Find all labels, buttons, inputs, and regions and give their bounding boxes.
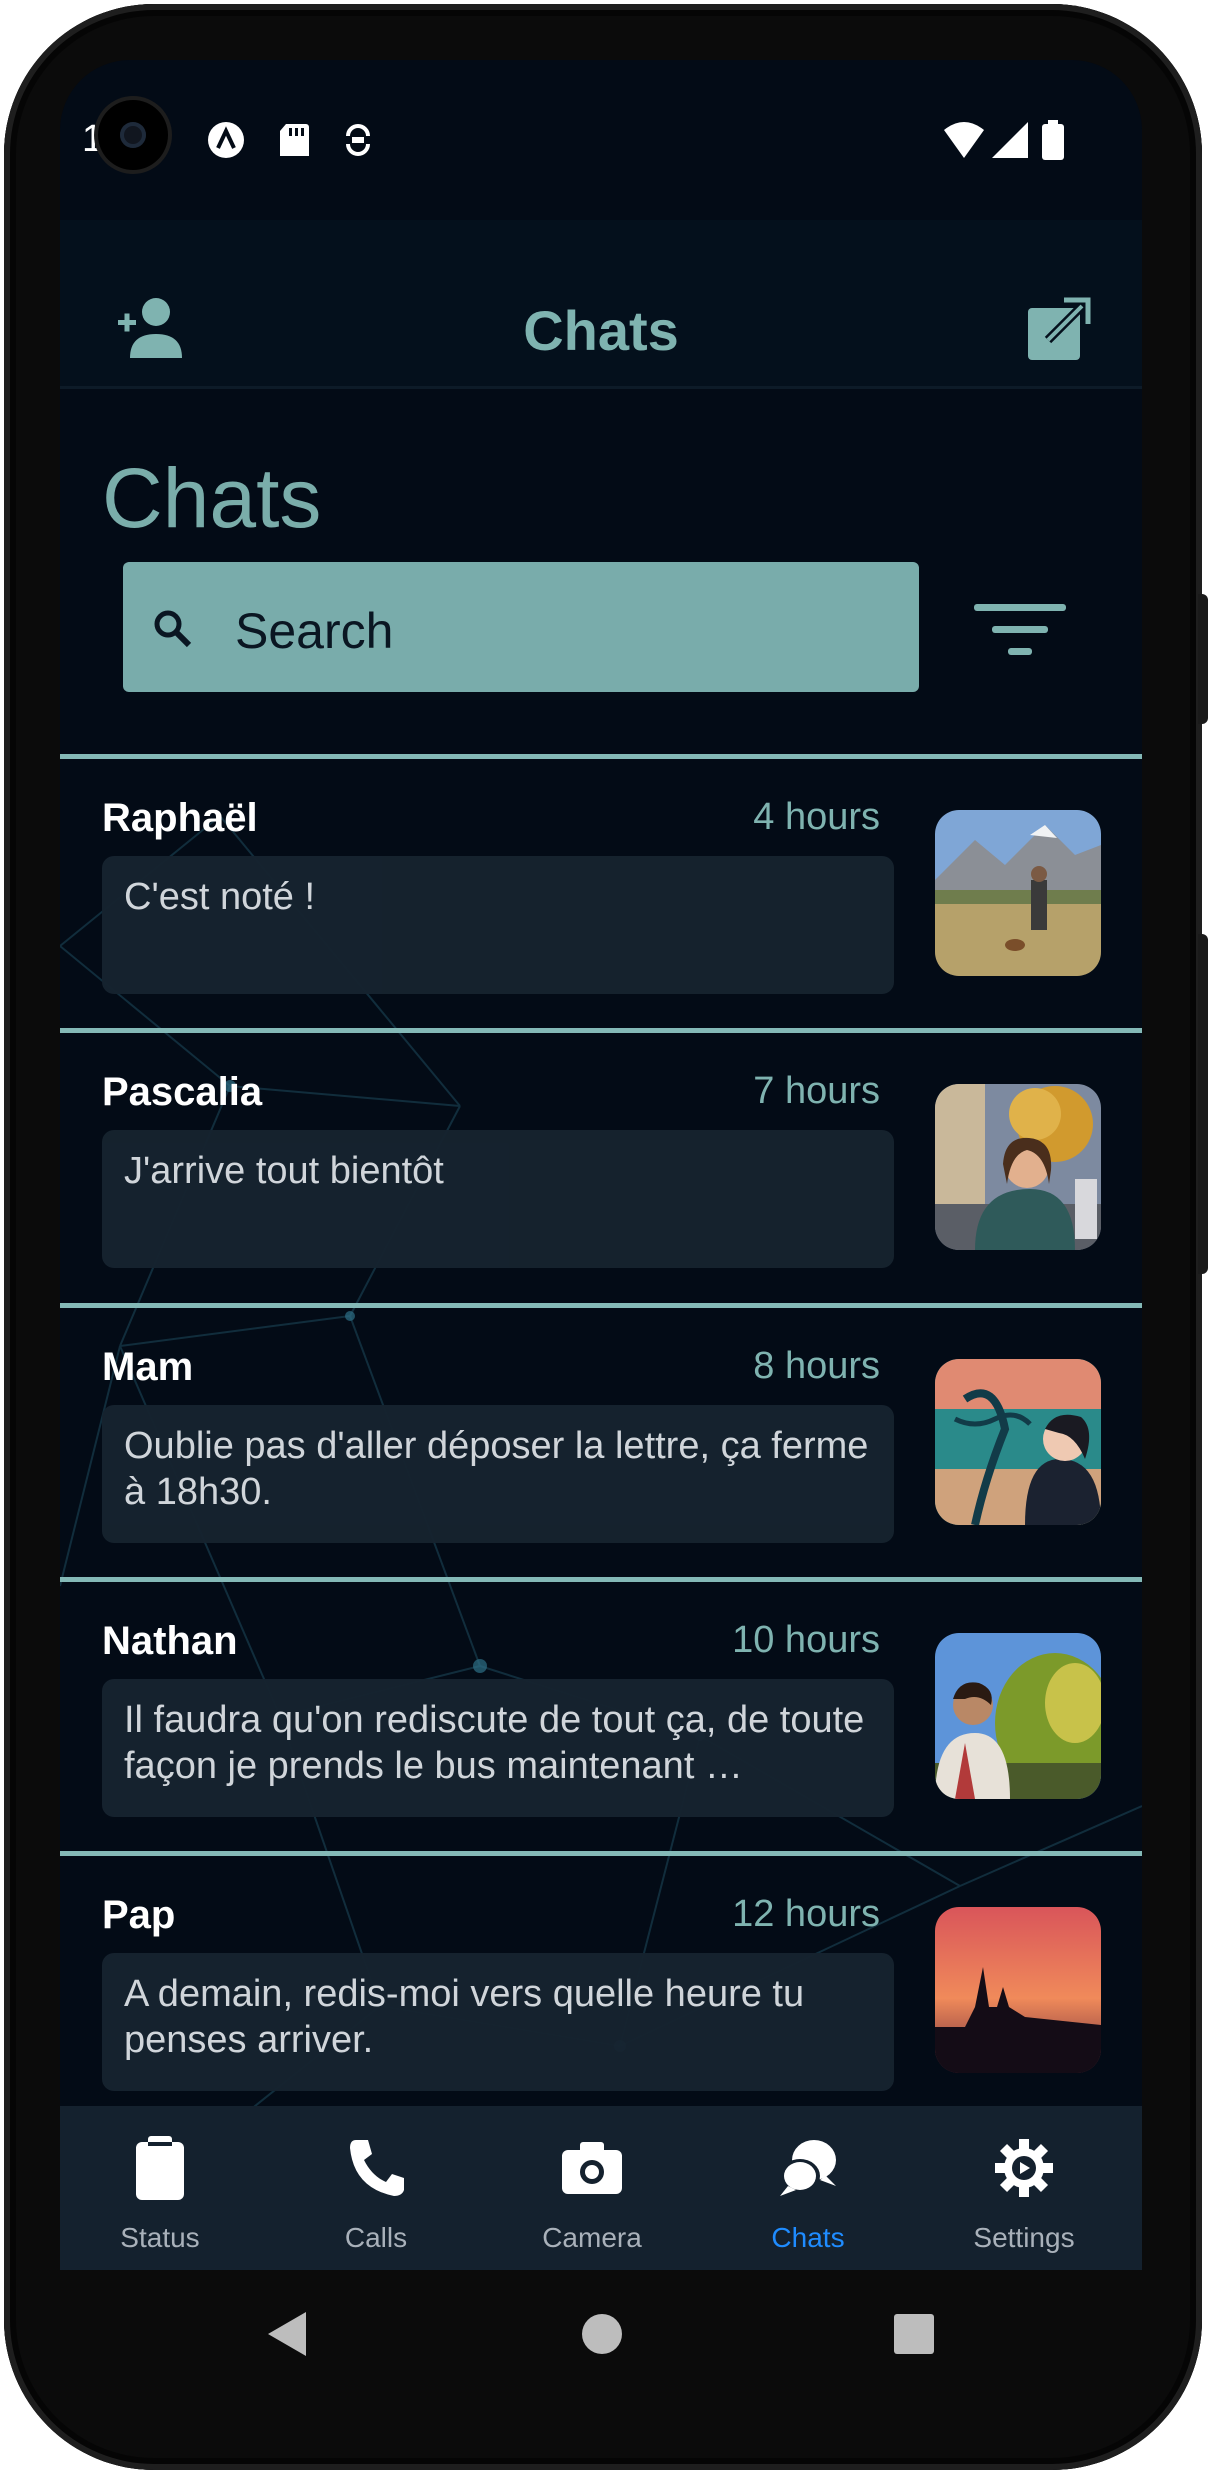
row-divider bbox=[60, 1577, 1142, 1582]
chat-time: 10 hours bbox=[732, 1619, 880, 1661]
chat-row[interactable]: Raphaël 4 hours C'est noté ! bbox=[60, 754, 1142, 1026]
chat-name: Pap bbox=[102, 1893, 176, 1937]
nav-label: Camera bbox=[542, 2222, 642, 2253]
search-icon bbox=[154, 610, 192, 648]
chat-preview-bubble: C'est noté ! bbox=[102, 856, 894, 994]
clipboard-icon bbox=[136, 2136, 184, 2200]
sd-card-icon bbox=[280, 124, 309, 156]
chat-preview-bubble: A demain, redis-moi vers quelle heure tu… bbox=[102, 1953, 894, 2091]
chat-avatar[interactable] bbox=[935, 1359, 1101, 1525]
nav-camera[interactable]: Camera bbox=[492, 2106, 692, 2270]
chat-row[interactable]: Nathan 10 hours Il faudra qu'on rediscut… bbox=[60, 1577, 1142, 1849]
search-input[interactable]: Search bbox=[235, 602, 393, 660]
system-navigation-bar bbox=[60, 2270, 1142, 2410]
chat-name: Nathan bbox=[102, 1619, 238, 1663]
chat-preview-bubble: Oublie pas d'aller déposer la lettre, ça… bbox=[102, 1405, 894, 1543]
power-button bbox=[1198, 594, 1208, 724]
row-divider bbox=[60, 754, 1142, 759]
status-bar: 1 7 bbox=[60, 60, 1142, 220]
nav-settings[interactable]: Settings bbox=[924, 2106, 1124, 2270]
chat-preview-text: J'arrive tout bientôt bbox=[124, 1150, 444, 1192]
sync-icon bbox=[346, 124, 370, 156]
compose-icon[interactable] bbox=[1018, 290, 1098, 370]
chat-preview-bubble: Il faudra qu'on rediscute de tout ça, de… bbox=[102, 1679, 894, 1817]
chat-avatar[interactable] bbox=[935, 1907, 1101, 2073]
chat-preview-text: Il faudra qu'on rediscute de tout ça, de… bbox=[124, 1699, 865, 1787]
nav-calls[interactable]: Calls bbox=[276, 2106, 476, 2270]
volume-rocker bbox=[1198, 934, 1208, 1274]
app-bar: Chats bbox=[60, 220, 1142, 389]
battery-icon bbox=[1042, 120, 1064, 160]
chat-time: 12 hours bbox=[732, 1893, 880, 1935]
wifi-icon bbox=[944, 122, 984, 158]
gear-icon bbox=[995, 2139, 1053, 2197]
chat-avatar[interactable] bbox=[935, 1084, 1101, 1250]
phone-icon bbox=[350, 2140, 404, 2196]
row-divider bbox=[60, 1028, 1142, 1033]
home-icon[interactable] bbox=[580, 2310, 624, 2358]
chat-name: Pascalia bbox=[102, 1070, 263, 1114]
chat-name: Raphaël bbox=[102, 796, 258, 840]
chat-preview-text: C'est noté ! bbox=[124, 876, 316, 918]
chat-time: 4 hours bbox=[753, 796, 880, 838]
chat-preview-bubble: J'arrive tout bientôt bbox=[102, 1130, 894, 1268]
chat-avatar[interactable] bbox=[935, 1633, 1101, 1799]
chat-preview-text: A demain, redis-moi vers quelle heure tu… bbox=[124, 1973, 805, 2061]
page-title: Chats bbox=[102, 451, 322, 545]
nav-chats[interactable]: Chats bbox=[708, 2106, 908, 2270]
recents-icon[interactable] bbox=[892, 2310, 936, 2358]
nav-status[interactable]: Status bbox=[60, 2106, 260, 2270]
phone-screen: 1 7 bbox=[60, 60, 1142, 2270]
row-divider bbox=[60, 1303, 1142, 1308]
chat-time: 7 hours bbox=[753, 1070, 880, 1112]
chat-name: Mam bbox=[102, 1345, 194, 1389]
chat-preview-text: Oublie pas d'aller déposer la lettre, ça… bbox=[124, 1425, 869, 1513]
at-sign-icon bbox=[208, 122, 244, 158]
front-camera bbox=[98, 100, 168, 170]
bottom-navigation: Status Calls Camera Chats Settings bbox=[60, 2106, 1142, 2270]
chat-avatar[interactable] bbox=[935, 810, 1101, 976]
chat-time: 8 hours bbox=[753, 1345, 880, 1387]
nav-label: Status bbox=[120, 2222, 200, 2253]
nav-label: Settings bbox=[973, 2222, 1075, 2253]
signal-icon bbox=[992, 122, 1028, 158]
filter-icon[interactable] bbox=[970, 600, 1070, 660]
chat-bubbles-icon bbox=[780, 2140, 836, 2196]
nav-label: Calls bbox=[344, 2222, 408, 2253]
chat-row[interactable]: Pap 12 hours A demain, redis-moi vers qu… bbox=[60, 1851, 1142, 2123]
chat-row[interactable]: Pascalia 7 hours J'arrive tout bientôt bbox=[60, 1028, 1142, 1300]
back-icon[interactable] bbox=[266, 2310, 310, 2358]
row-divider bbox=[60, 1851, 1142, 1856]
nav-label: Chats bbox=[771, 2222, 845, 2253]
camera-icon bbox=[562, 2142, 622, 2194]
search-bar[interactable]: Search bbox=[123, 562, 919, 692]
chat-row[interactable]: Mam 8 hours Oublie pas d'aller déposer l… bbox=[60, 1303, 1142, 1575]
app-bar-title: Chats bbox=[523, 299, 679, 362]
